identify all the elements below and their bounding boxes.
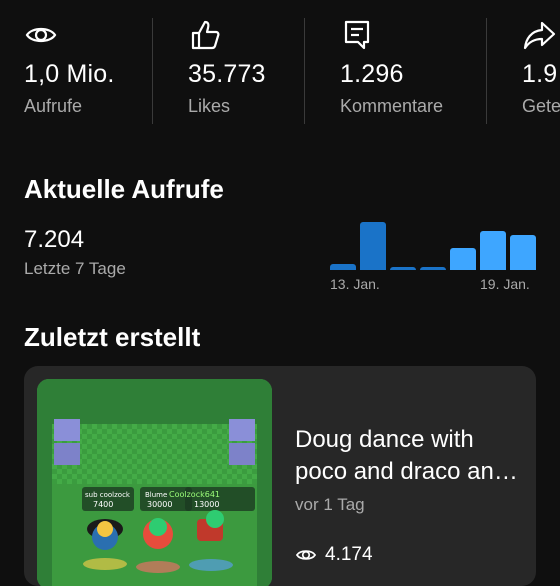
video-views-count: 4.174: [325, 544, 373, 565]
recent-views-period: Letzte 7 Tage: [24, 259, 126, 278]
divider: [304, 18, 305, 124]
stat-shares-value: 1.9: [522, 60, 558, 88]
recent-video-card[interactable]: sub coolzock 7400 Blume 30000 Coolzock64…: [24, 366, 536, 586]
divider: [152, 18, 153, 124]
video-views: 4.174: [295, 542, 373, 568]
stat-shares-label: Gete: [522, 96, 560, 116]
thumb-score3: 13000: [194, 500, 219, 509]
stat-views[interactable]: 1,0 Mio. Aufrufe: [24, 18, 152, 117]
recent-title: Zuletzt erstellt: [24, 322, 201, 352]
stat-likes-label: Likes: [188, 96, 231, 116]
divider: [486, 18, 487, 124]
stats-row: 1,0 Mio. Aufrufe 35.773 Likes 1.296 Komm…: [0, 0, 560, 140]
stat-views-label: Aufrufe: [24, 96, 83, 116]
chart-bar[interactable]: [390, 267, 416, 270]
thumb-player1-label: sub coolzock: [85, 491, 131, 499]
video-age: vor 1 Tag: [295, 495, 365, 514]
chart-bar[interactable]: [330, 264, 356, 270]
thumb-score1: 7400: [93, 500, 113, 509]
thumb-player2-label: Blume: [145, 491, 167, 499]
eye-icon: [25, 27, 57, 43]
stat-comments[interactable]: 1.296 Kommentare: [340, 18, 468, 117]
stat-comments-label: Kommentare: [340, 96, 444, 116]
thumb-score2: 30000: [147, 500, 172, 509]
chart-bar[interactable]: [480, 231, 506, 270]
recent-views-title: Aktuelle Aufrufe: [24, 174, 224, 204]
stat-views-value: 1,0 Mio.: [24, 60, 115, 88]
stat-shares[interactable]: 1.9 Gete: [522, 18, 560, 117]
stat-likes[interactable]: 35.773 Likes: [188, 18, 316, 117]
chart-bar[interactable]: [510, 235, 536, 270]
chart-bar[interactable]: [360, 222, 386, 270]
thumbs-up-icon: [191, 20, 220, 50]
eye-icon: [295, 550, 317, 560]
chart-bar[interactable]: [420, 267, 446, 270]
thumb-player3-label: Coolzock641: [169, 490, 220, 499]
views-bar-chart[interactable]: 13. Jan. 19. Jan.: [330, 216, 540, 296]
share-icon: [523, 21, 556, 50]
recent-views-value: 7.204: [24, 226, 85, 253]
comment-icon: [344, 20, 370, 50]
chart-tick-label: 19. Jan.: [480, 276, 530, 292]
video-thumbnail[interactable]: sub coolzock 7400 Blume 30000 Coolzock64…: [37, 379, 272, 586]
chart-bar[interactable]: [450, 248, 476, 270]
stat-likes-value: 35.773: [188, 60, 266, 88]
video-title[interactable]: Doug dance with poco and draco and other…: [295, 424, 525, 488]
stat-comments-value: 1.296: [340, 60, 404, 88]
chart-tick-label: 13. Jan.: [330, 276, 380, 292]
game-thumbnail-image: sub coolzock 7400 Blume 30000 Coolzock64…: [37, 379, 272, 586]
